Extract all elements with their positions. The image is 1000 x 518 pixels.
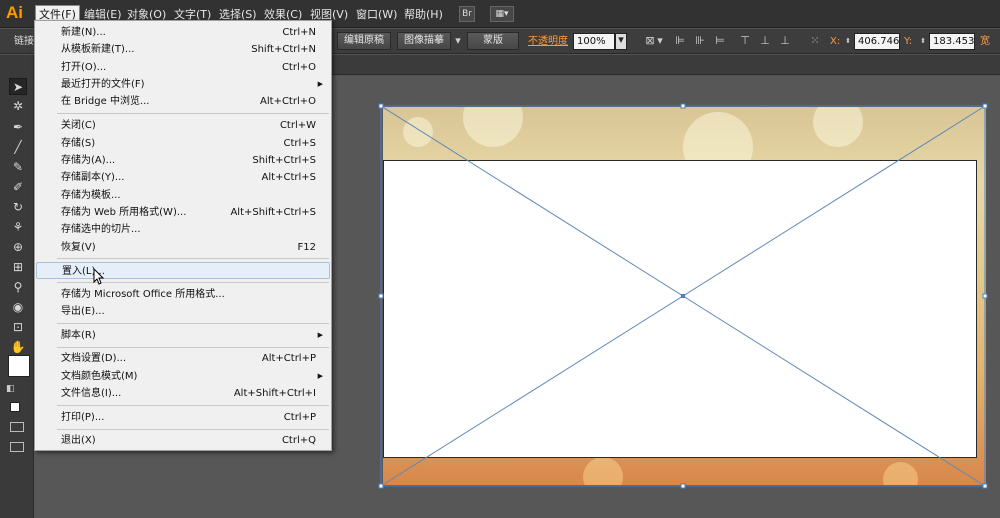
- screen-mode-icon[interactable]: [10, 442, 24, 452]
- y-stepper-icon[interactable]: ⬍: [917, 35, 929, 47]
- resize-handle[interactable]: [982, 293, 988, 299]
- file-menu-dropdown: 新建(N)... Ctrl+N 从模板新建(T)... Shift+Ctrl+N 打…: [34, 20, 332, 451]
- menu-item-browse-in-bridge[interactable]: 在 Bridge 中浏览... Alt+Ctrl+O: [36, 93, 330, 110]
- arrange-icon: ▦▾: [495, 9, 509, 19]
- align-vcenter-icon[interactable]: ⊥: [759, 35, 771, 47]
- menu-item-exit[interactable]: 退出(X) Ctrl+Q: [36, 432, 330, 449]
- x-input[interactable]: 406.746: [854, 33, 900, 50]
- y-input[interactable]: 183.453: [929, 33, 975, 50]
- opacity-label[interactable]: 不透明度: [528, 34, 568, 50]
- menu-item-scripts[interactable]: 脚本(R) ▶: [36, 327, 330, 344]
- symbol-sprayer-tool-icon[interactable]: ◉: [9, 299, 27, 316]
- app-logo: Ai: [6, 3, 23, 22]
- menu-item-save-for-office[interactable]: 存储为 Microsoft Office 所用格式...: [36, 286, 330, 303]
- align-left-icon[interactable]: ⊫: [674, 35, 686, 47]
- resize-handle[interactable]: [680, 103, 686, 109]
- menu-item-export[interactable]: 导出(E)...: [36, 303, 330, 320]
- warp-tool-icon[interactable]: ⚘: [9, 219, 27, 236]
- align-bottom-icon[interactable]: ⊥: [779, 35, 791, 47]
- hand-tool-icon[interactable]: ✋: [9, 339, 27, 356]
- magic-wand-tool-icon[interactable]: ✲: [9, 98, 27, 115]
- menu-separator: [57, 323, 329, 324]
- align-right-icon[interactable]: ⊨: [714, 35, 726, 47]
- center-point: [681, 294, 685, 298]
- bridge-button[interactable]: Br: [459, 6, 475, 22]
- opacity-dropdown-icon[interactable]: ▾: [615, 33, 627, 50]
- arrange-documents-button[interactable]: ▦▾: [490, 6, 514, 22]
- menu-separator: [57, 113, 329, 114]
- menu-item-recent-files[interactable]: 最近打开的文件(F) ▶: [36, 76, 330, 93]
- selection-bounding-box[interactable]: [378, 103, 988, 489]
- menu-item-save-as-template[interactable]: 存储为模板...: [36, 187, 330, 204]
- trace-dropdown-icon[interactable]: ▾: [452, 35, 464, 47]
- menu-item-file-info[interactable]: 文件信息(I)... Alt+Shift+Ctrl+I: [36, 385, 330, 402]
- tools-panel: ➤ ✲ ✒ ╱ ✎ ✐ ↻ ⚘ ⊕ ⊞ ⚲ ◉ ⊡ ✋ ◧: [0, 55, 34, 518]
- resize-handle[interactable]: [378, 103, 384, 109]
- x-stepper-icon[interactable]: ⬍: [842, 35, 854, 47]
- draw-mode-icon[interactable]: [10, 422, 24, 432]
- line-tool-icon[interactable]: ╱: [9, 139, 27, 156]
- resize-handle[interactable]: [378, 293, 384, 299]
- menu-item-save-selected-slices[interactable]: 存储选中的切片...: [36, 221, 330, 238]
- link-label: 链接: [14, 36, 34, 47]
- resize-handle[interactable]: [982, 483, 988, 489]
- resize-handle[interactable]: [982, 103, 988, 109]
- shape-builder-tool-icon[interactable]: ⊕: [9, 239, 27, 256]
- menu-item-document-color-mode[interactable]: 文档颜色模式(M) ▶: [36, 368, 330, 385]
- submenu-arrow-icon: ▶: [317, 372, 323, 380]
- submenu-arrow-icon: ▶: [317, 331, 323, 339]
- resize-handle[interactable]: [680, 483, 686, 489]
- menu-separator: [57, 429, 329, 430]
- align-hcenter-icon[interactable]: ⊪: [694, 35, 706, 47]
- menu-separator: [57, 258, 329, 259]
- menu-item-document-setup[interactable]: 文档设置(D)... Alt+Ctrl+P: [36, 350, 330, 367]
- edit-original-button[interactable]: 编辑原稿: [337, 32, 391, 50]
- mesh-tool-icon[interactable]: ⊞: [9, 259, 27, 276]
- width-label: 宽: [980, 36, 990, 47]
- menu-item-new-from-template[interactable]: 从模板新建(T)... Shift+Ctrl+N: [36, 41, 330, 58]
- resize-handle[interactable]: [378, 483, 384, 489]
- paintbrush-tool-icon[interactable]: ✎: [9, 159, 27, 176]
- menu-item-save-as[interactable]: 存储为(A)... Shift+Ctrl+S: [36, 152, 330, 169]
- y-label: Y:: [904, 36, 913, 47]
- menu-item-revert[interactable]: 恢复(V) F12: [36, 239, 330, 256]
- menu-item-open[interactable]: 打开(O)... Ctrl+O: [36, 59, 330, 76]
- menu-item-save[interactable]: 存储(S) Ctrl+S: [36, 135, 330, 152]
- menu-item-close[interactable]: 关闭(C) Ctrl+W: [36, 117, 330, 134]
- menu-help[interactable]: 帮助(H): [401, 6, 446, 23]
- selection-tool-icon[interactable]: ➤: [9, 78, 27, 95]
- mask-button[interactable]: 蒙版: [467, 32, 519, 50]
- transform-dropdown-icon[interactable]: ▾: [657, 35, 663, 47]
- color-mode-icon[interactable]: [10, 402, 20, 412]
- menu-item-save-for-web[interactable]: 存储为 Web 所用格式(W)... Alt+Shift+Ctrl+S: [36, 204, 330, 221]
- menu-item-new[interactable]: 新建(N)... Ctrl+N: [36, 24, 330, 41]
- opacity-input[interactable]: 100%: [573, 33, 615, 50]
- artboard-tool-icon[interactable]: ⊡: [9, 319, 27, 336]
- menu-item-place[interactable]: 置入(L)...: [36, 262, 330, 279]
- menu-separator: [57, 347, 329, 348]
- eyedropper-tool-icon[interactable]: ⚲: [9, 279, 27, 296]
- menu-window[interactable]: 窗口(W): [353, 6, 400, 23]
- align-top-icon[interactable]: ⊤: [739, 35, 751, 47]
- blob-brush-tool-icon[interactable]: ✐: [9, 179, 27, 196]
- x-label: X:: [830, 36, 841, 47]
- rotate-tool-icon[interactable]: ↻: [9, 199, 27, 216]
- default-colors-icon[interactable]: ◧: [6, 384, 15, 394]
- transform-icon[interactable]: ⊠: [644, 35, 656, 47]
- image-trace-button[interactable]: 图像描摹: [397, 32, 451, 50]
- reference-point-icon[interactable]: ⁙: [808, 35, 822, 47]
- menu-separator: [57, 405, 329, 406]
- submenu-arrow-icon: ▶: [317, 80, 323, 88]
- menu-item-print[interactable]: 打印(P)... Ctrl+P: [36, 409, 330, 426]
- fill-swatch[interactable]: [8, 355, 30, 377]
- menu-item-save-copy[interactable]: 存储副本(Y)... Alt+Ctrl+S: [36, 169, 330, 186]
- pen-tool-icon[interactable]: ✒: [9, 119, 27, 136]
- mouse-cursor-icon: [93, 268, 105, 285]
